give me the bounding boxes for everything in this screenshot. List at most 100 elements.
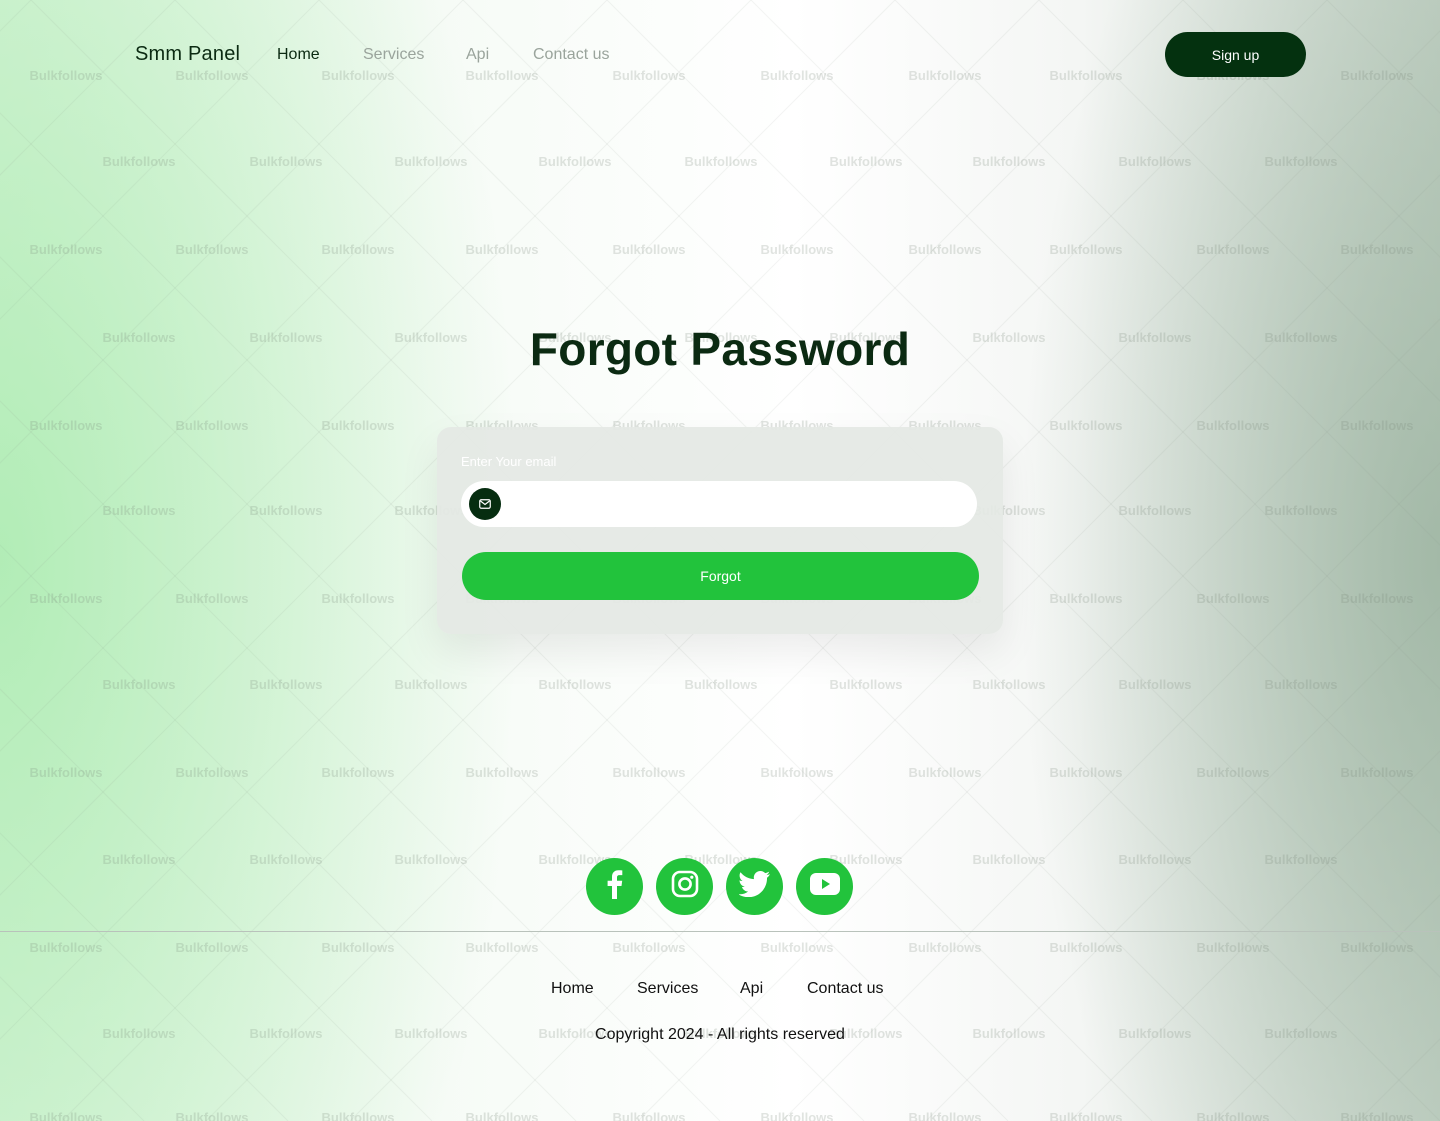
watermark-text: Bulkfollows: [908, 242, 982, 257]
twitter-icon: [737, 871, 771, 902]
email-field[interactable]: [461, 481, 977, 527]
watermark-text: Bulkfollows: [1264, 852, 1338, 867]
nav-home[interactable]: Home: [277, 46, 320, 64]
watermark-text: Bulkfollows: [1196, 242, 1270, 257]
watermark-text: Bulkfollows: [465, 242, 539, 257]
watermark-text: Bulkfollows: [684, 677, 758, 692]
watermark-text: Bulkfollows: [1049, 1110, 1123, 1121]
watermark-text: Bulkfollows: [972, 154, 1046, 169]
watermark-text: Bulkfollows: [538, 154, 612, 169]
watermark-text: Bulkfollows: [612, 940, 686, 955]
watermark-text: Bulkfollows: [972, 852, 1046, 867]
watermark-text: Bulkfollows: [829, 677, 903, 692]
mail-icon: [469, 488, 501, 520]
watermark-text: Bulkfollows: [760, 242, 834, 257]
social-links: [586, 858, 854, 915]
brand-logo[interactable]: Smm Panel: [135, 43, 240, 66]
email-input[interactable]: [511, 481, 961, 527]
footer-link-home[interactable]: Home: [551, 980, 594, 998]
nav-contact-us[interactable]: Contact us: [533, 46, 609, 64]
watermark-text: Bulkfollows: [1196, 591, 1270, 606]
watermark-text: Bulkfollows: [538, 677, 612, 692]
watermark-text: Bulkfollows: [1118, 503, 1192, 518]
watermark-text: Bulkfollows: [102, 677, 176, 692]
watermark-text: Bulkfollows: [175, 765, 249, 780]
watermark-text: Bulkfollows: [321, 591, 395, 606]
facebook-link[interactable]: [586, 858, 643, 915]
watermark-text: Bulkfollows: [1264, 677, 1338, 692]
nav-api[interactable]: Api: [466, 46, 489, 64]
watermark-text: Bulkfollows: [1196, 1110, 1270, 1121]
watermark-text: Bulkfollows: [321, 1110, 395, 1121]
watermark-text: Bulkfollows: [972, 677, 1046, 692]
watermark-text: Bulkfollows: [1340, 940, 1414, 955]
watermark-text: Bulkfollows: [908, 765, 982, 780]
watermark-text: Bulkfollows: [1118, 677, 1192, 692]
footer-divider: [0, 931, 1440, 932]
watermark-text: Bulkfollows: [175, 242, 249, 257]
watermark-text: Bulkfollows: [29, 242, 103, 257]
instagram-link[interactable]: [656, 858, 713, 915]
watermark-text: Bulkfollows: [321, 940, 395, 955]
watermark-text: Bulkfollows: [321, 242, 395, 257]
watermark-text: Bulkfollows: [102, 154, 176, 169]
watermark-text: Bulkfollows: [1049, 242, 1123, 257]
footer-link-services[interactable]: Services: [637, 980, 698, 998]
facebook-icon: [602, 869, 628, 904]
watermark-text: Bulkfollows: [465, 1110, 539, 1121]
watermark-text: Bulkfollows: [321, 418, 395, 433]
watermark-text: Bulkfollows: [175, 940, 249, 955]
watermark-text: Bulkfollows: [29, 940, 103, 955]
forgot-button[interactable]: Forgot: [462, 552, 979, 600]
watermark-text: Bulkfollows: [908, 940, 982, 955]
watermark-text: Bulkfollows: [29, 765, 103, 780]
top-navigation: Smm Panel Home Services Api Contact us S…: [0, 0, 1440, 110]
watermark-text: Bulkfollows: [102, 503, 176, 518]
watermark-text: Bulkfollows: [1049, 940, 1123, 955]
sign-up-button[interactable]: Sign up: [1165, 32, 1306, 77]
copyright-text: Copyright 2024 - All rights reserved: [595, 1026, 845, 1043]
watermark-text: Bulkfollows: [1340, 1110, 1414, 1121]
footer-link-contact-us[interactable]: Contact us: [807, 980, 883, 998]
watermark-text: Bulkfollows: [1049, 418, 1123, 433]
watermark-text: Bulkfollows: [249, 154, 323, 169]
nav-services[interactable]: Services: [363, 46, 424, 64]
watermark-text: Bulkfollows: [394, 852, 468, 867]
watermark-text: Bulkfollows: [394, 154, 468, 169]
watermark-text: Bulkfollows: [908, 1110, 982, 1121]
footer-link-api[interactable]: Api: [740, 980, 763, 998]
watermark-text: Bulkfollows: [249, 503, 323, 518]
watermark-text: Bulkfollows: [175, 1110, 249, 1121]
watermark-text: Bulkfollows: [1196, 940, 1270, 955]
watermark-text: Bulkfollows: [612, 242, 686, 257]
watermark-text: Bulkfollows: [1264, 503, 1338, 518]
watermark-text: Bulkfollows: [321, 765, 395, 780]
watermark-text: Bulkfollows: [1340, 418, 1414, 433]
watermark-text: Bulkfollows: [760, 765, 834, 780]
watermark-text: Bulkfollows: [394, 677, 468, 692]
watermark-text: Bulkfollows: [29, 1110, 103, 1121]
watermark-text: Bulkfollows: [1118, 852, 1192, 867]
watermark-text: Bulkfollows: [1196, 765, 1270, 780]
twitter-link[interactable]: [726, 858, 783, 915]
watermark-text: Bulkfollows: [1340, 242, 1414, 257]
watermark-text: Bulkfollows: [760, 940, 834, 955]
watermark-text: Bulkfollows: [760, 1110, 834, 1121]
watermark-text: Bulkfollows: [29, 591, 103, 606]
watermark-text: Bulkfollows: [465, 765, 539, 780]
watermark-text: Bulkfollows: [249, 852, 323, 867]
watermark-text: Bulkfollows: [1340, 591, 1414, 606]
watermark-text: Bulkfollows: [1264, 154, 1338, 169]
watermark-text: Bulkfollows: [1340, 765, 1414, 780]
youtube-link[interactable]: [796, 858, 853, 915]
watermark-text: Bulkfollows: [612, 765, 686, 780]
watermark-text: Bulkfollows: [1049, 765, 1123, 780]
watermark-text: Bulkfollows: [612, 1110, 686, 1121]
watermark-text: Bulkfollows: [102, 852, 176, 867]
watermark-text: Bulkfollows: [175, 418, 249, 433]
watermark-text: Bulkfollows: [249, 677, 323, 692]
watermark-text: Bulkfollows: [29, 418, 103, 433]
watermark-text: Bulkfollows: [465, 940, 539, 955]
watermark-text: Bulkfollows: [1196, 418, 1270, 433]
email-label: Enter Your email: [461, 454, 557, 469]
